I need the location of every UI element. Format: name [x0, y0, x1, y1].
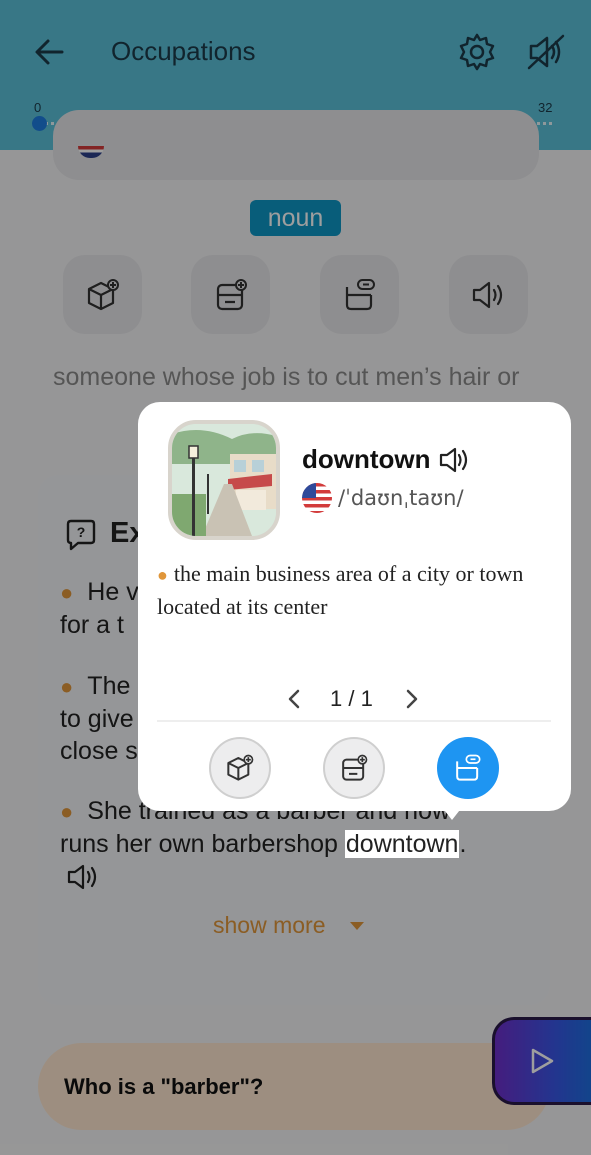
link-box-icon — [456, 754, 481, 781]
popup-definition: ● the main business area of a city or tow… — [157, 561, 524, 619]
cube-plus-icon — [227, 754, 254, 781]
box-minus-icon — [342, 754, 368, 781]
popup-add-to-deck-button[interactable] — [209, 737, 271, 799]
speaker-icon[interactable] — [438, 445, 472, 475]
popup-remove-from-deck-button[interactable] — [323, 737, 385, 799]
us-flag-icon — [302, 483, 332, 513]
pager-indicator: 1 / 1 — [330, 686, 373, 711]
divider — [157, 720, 551, 722]
chevron-left-icon[interactable] — [285, 688, 305, 710]
popup-word: downtown — [302, 444, 431, 474]
popup-pointer — [441, 806, 463, 820]
chevron-right-icon[interactable] — [401, 688, 421, 710]
bullet: ● — [157, 565, 168, 585]
highlighted-word[interactable]: downtown — [344, 830, 460, 858]
phonetic-transcription: /ˈdaʊnˌtaʊn/ — [338, 486, 464, 510]
word-illustration — [168, 420, 280, 540]
popup-link-card-button[interactable] — [437, 737, 499, 799]
word-popup: downtown /ˈdaʊnˌtaʊn/ ● the main business… — [138, 402, 571, 811]
